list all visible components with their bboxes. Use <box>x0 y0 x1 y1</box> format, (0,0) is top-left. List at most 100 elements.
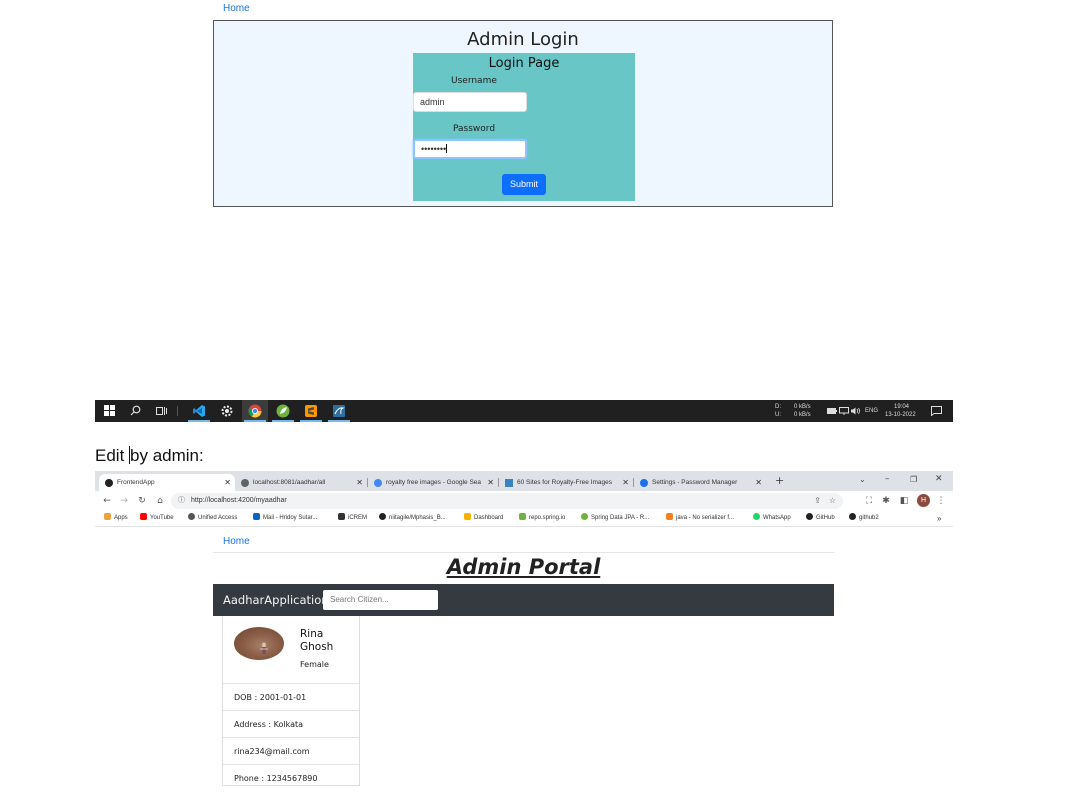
bookmark-spring-data-jpa[interactable]: Spring Data JPA - R... <box>581 511 649 526</box>
tab-label: royalty free images - Google Sea <box>386 479 482 486</box>
address-url: http://localhost:4200/myaadhar <box>191 497 287 504</box>
close-icon[interactable]: ✕ <box>622 474 629 491</box>
gear-icon <box>640 479 648 487</box>
bookmark-label: YouTube <box>150 515 174 521</box>
active-app-indicator <box>300 420 322 422</box>
search-icon[interactable] <box>127 403 143 419</box>
tab-google-search[interactable]: royalty free images - Google Sea ✕ <box>368 474 498 491</box>
citizen-gender: Female <box>300 660 329 669</box>
navbar: AadharApplication Search Citizen... <box>213 584 834 616</box>
close-icon[interactable]: ✕ <box>356 474 363 491</box>
citizen-phone: Phone : 1234567890 <box>223 764 359 791</box>
tab-search-chevron-icon[interactable]: ⌄ <box>859 475 866 484</box>
bookmark-java-serializer[interactable]: java - No serializer f... <box>666 511 734 526</box>
navbar-brand[interactable]: AadharApplication <box>223 584 329 616</box>
forward-icon[interactable]: → <box>118 494 130 508</box>
caption-text: Edit by admin: <box>95 446 204 466</box>
reload-icon[interactable]: ↻ <box>136 494 148 508</box>
bookmark-github2[interactable]: github2 <box>849 511 879 526</box>
login-box: Login Page Username admin Password •••••… <box>413 53 635 201</box>
admin-login-title: Admin Login <box>467 29 579 50</box>
bookmark-unified-access[interactable]: Unified Access <box>188 511 237 526</box>
bookmark-label: niitagile/Mphasis_B... <box>389 515 446 521</box>
vscode-icon[interactable] <box>191 403 207 419</box>
tab-strip: FrontendApp ✕ localhost:8081/aadhar/all … <box>95 471 953 491</box>
globe-icon <box>241 479 249 487</box>
new-tab-icon[interactable]: + <box>775 474 784 487</box>
bookmark-apps[interactable]: Apps <box>104 511 128 526</box>
text-caret <box>446 144 448 153</box>
menu-kebab-icon[interactable]: ⋮ <box>935 494 947 508</box>
home-icon[interactable]: ⌂ <box>154 494 166 508</box>
bookmark-niitagile[interactable]: niitagile/Mphasis_B... <box>379 511 446 526</box>
bookmark-label: Spring Data JPA - R... <box>591 515 650 521</box>
username-input[interactable]: admin <box>413 92 527 112</box>
settings-gear-icon[interactable] <box>219 403 235 419</box>
active-app-indicator <box>272 420 294 422</box>
extension-icon[interactable]: ⛶ <box>863 494 875 508</box>
windows-start-icon[interactable] <box>101 403 117 419</box>
citizen-first-name: Rina <box>300 628 324 640</box>
mysql-icon[interactable] <box>331 403 347 419</box>
active-app-indicator <box>188 420 210 422</box>
login-frame: Admin Login Login Page Username admin Pa… <box>213 20 833 207</box>
bookmark-github[interactable]: GitHub <box>806 511 835 526</box>
bookmark-mail[interactable]: Mail - Hridoy Sutar... <box>253 511 317 526</box>
net-up-value: 0 kB/s <box>794 412 811 418</box>
bookmark-label: github2 <box>859 515 879 521</box>
task-view-icon[interactable] <box>153 403 169 419</box>
windows-taskbar: D: U: 0 kB/s 0 kB/s ENG 19:04 13-10-2022 <box>95 400 953 422</box>
net-down-label: D: <box>775 404 781 410</box>
bookmark-label: GitHub <box>816 515 835 521</box>
bookmark-repo-spring[interactable]: repo.spring.io <box>519 511 565 526</box>
restore-icon[interactable]: ❐ <box>910 475 917 484</box>
globe-icon <box>188 513 195 520</box>
bookmark-whatsapp[interactable]: WhatsApp <box>753 511 791 526</box>
citizen-address: Address : Kolkata <box>223 710 359 737</box>
apps-grid-icon <box>104 513 111 520</box>
clock-time[interactable]: 19:04 <box>894 404 909 411</box>
volume-icon[interactable] <box>848 403 864 419</box>
close-icon[interactable]: ✕ <box>755 474 762 491</box>
share-icon[interactable]: ⇪ <box>814 493 821 509</box>
bookmarks-bar: Apps YouTube Unified Access Mail - Hrido… <box>95 511 953 527</box>
info-icon[interactable]: ⓘ <box>178 493 185 509</box>
window-close-icon[interactable]: ✕ <box>935 474 943 484</box>
clock-date[interactable]: 13-10-2022 <box>885 412 916 419</box>
chrome-icon[interactable] <box>247 403 263 419</box>
bookmarks-more-icon[interactable]: » <box>937 511 941 526</box>
bookmark-label: iCREM <box>348 515 367 521</box>
bookmark-star-icon[interactable]: ☆ <box>829 493 836 509</box>
notification-icon[interactable] <box>928 403 944 419</box>
back-icon[interactable]: ← <box>101 494 113 508</box>
close-icon[interactable]: ✕ <box>224 474 231 491</box>
spring-icon[interactable] <box>275 403 291 419</box>
stackoverflow-icon <box>666 513 673 520</box>
password-input[interactable]: •••••••• <box>413 139 527 159</box>
caption-before-cursor: Edit <box>95 446 130 465</box>
puzzle-icon[interactable]: ✱ <box>880 494 892 508</box>
bookmark-label: Unified Access <box>198 515 238 521</box>
tab-label: Settings - Password Manager <box>652 479 738 486</box>
bookmark-icrem[interactable]: iCREM <box>338 511 367 526</box>
language-indicator[interactable]: ENG <box>865 408 878 415</box>
tab-label: FrontendApp <box>117 479 155 486</box>
minimize-icon[interactable]: – <box>885 474 890 484</box>
search-citizen-input[interactable]: Search Citizen... <box>323 590 438 610</box>
submit-button[interactable]: Submit <box>502 174 546 195</box>
tab-frontendapp[interactable]: FrontendApp ✕ <box>99 474 235 491</box>
active-app-indicator <box>328 420 350 422</box>
angular-icon <box>105 479 113 487</box>
address-bar[interactable]: ⓘ http://localhost:4200/myaadhar ⇪ ☆ <box>171 493 843 509</box>
portal-home-link[interactable]: Home <box>223 536 250 547</box>
home-link[interactable]: Home <box>223 3 250 14</box>
sidebar-icon[interactable]: ◧ <box>898 494 910 508</box>
close-icon[interactable]: ✕ <box>487 474 494 491</box>
profile-avatar[interactable]: H <box>917 494 930 507</box>
tab-localhost-aadhar[interactable]: localhost:8081/aadhar/all ✕ <box>235 474 367 491</box>
tab-settings[interactable]: Settings - Password Manager ✕ <box>634 474 766 491</box>
bookmark-youtube[interactable]: YouTube <box>140 511 174 526</box>
tab-royalty-free[interactable]: 60 Sites for Royalty-Free Images ✕ <box>499 474 633 491</box>
bookmark-dashboard[interactable]: Dashboard <box>464 511 503 526</box>
sublime-icon[interactable] <box>303 403 319 419</box>
